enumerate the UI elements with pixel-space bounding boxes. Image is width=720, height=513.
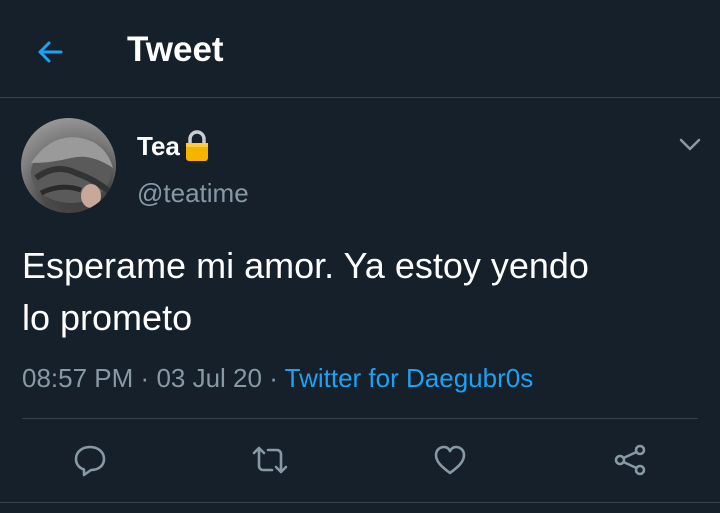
tweet-source-link[interactable]: Twitter for Daegubr0s xyxy=(285,363,534,393)
chevron-down-icon xyxy=(679,138,701,151)
divider xyxy=(0,502,720,503)
tweet-metadata: 08:57 PM · 03 Jul 20 · Twitter for Daegu… xyxy=(22,359,533,397)
tweet-body: Esperame mi amor. Ya estoy yendo lo prom… xyxy=(22,240,702,344)
tweet-text-line: lo prometo xyxy=(22,297,193,338)
reply-button[interactable] xyxy=(70,440,110,480)
meta-separator: · xyxy=(269,363,278,393)
avatar[interactable] xyxy=(21,118,116,213)
back-button[interactable] xyxy=(30,32,70,72)
username-handle[interactable]: @teatime xyxy=(137,176,249,210)
reply-icon xyxy=(74,445,106,477)
heart-icon xyxy=(434,445,466,475)
share-icon xyxy=(614,444,646,476)
author-name-row[interactable]: Tea xyxy=(137,128,212,164)
top-bar: Tweet xyxy=(0,0,720,98)
arrow-left-icon xyxy=(38,41,63,63)
divider xyxy=(22,418,698,419)
like-button[interactable] xyxy=(430,440,470,480)
retweet-icon xyxy=(252,446,288,474)
display-name[interactable]: Tea xyxy=(137,131,180,162)
tweet-text-line: Esperame mi amor. Ya estoy yendo xyxy=(22,245,589,286)
meta-separator: · xyxy=(140,363,150,393)
more-options-button[interactable] xyxy=(673,130,707,160)
page-title: Tweet xyxy=(127,30,224,69)
tweet-time: 08:57 PM xyxy=(22,363,134,393)
tweet-date: 03 Jul 20 xyxy=(156,363,262,393)
share-button[interactable] xyxy=(610,440,650,480)
avatar-image xyxy=(31,137,113,208)
lock-icon xyxy=(185,130,208,161)
retweet-button[interactable] xyxy=(250,440,290,480)
